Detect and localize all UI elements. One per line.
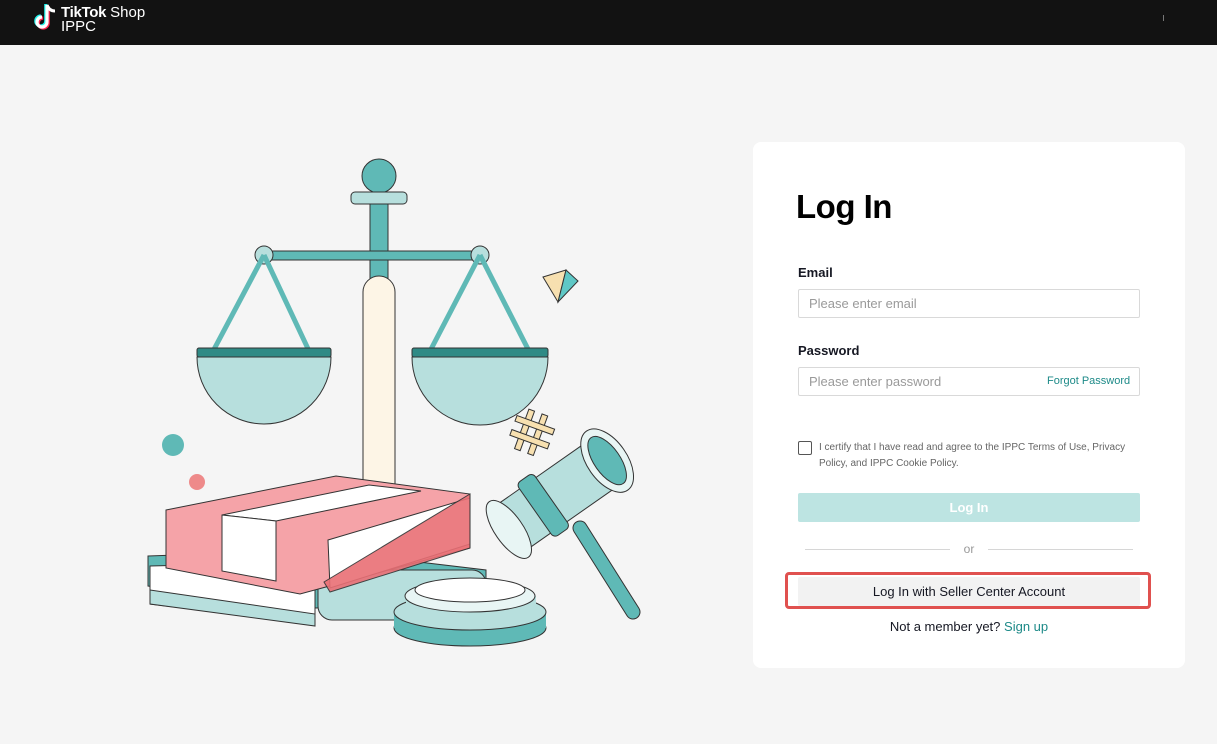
or-text: or (963, 542, 975, 556)
brand-logo[interactable]: TikTok Shop IPPC (33, 2, 145, 36)
password-label: Password (798, 343, 860, 358)
or-line-left (805, 548, 950, 550)
certify-row: I certify that I have read and agree to … (798, 440, 1140, 472)
email-label: Email (798, 265, 833, 280)
signup-row: Not a member yet? Sign up (753, 619, 1185, 634)
email-input[interactable] (798, 289, 1140, 318)
certify-checkbox[interactable] (798, 441, 812, 455)
brand-ippc: IPPC (61, 18, 97, 35)
login-title: Log In (796, 188, 892, 225)
or-line-right (988, 548, 1134, 550)
tiktok-logo-icon (34, 4, 56, 30)
top-bar: TikTok Shop IPPC (0, 0, 1217, 45)
or-divider: or (805, 542, 1134, 556)
forgot-password-link[interactable]: Forgot Password (1047, 375, 1130, 387)
not-member-text: Not a member yet? (889, 619, 1001, 634)
sign-up-link[interactable]: Sign up (1004, 619, 1048, 634)
topbar-divider (1163, 15, 1164, 21)
justice-scale-illustration (147, 158, 641, 647)
login-card: Log In Email Password Forgot Password I … (753, 142, 1185, 668)
seller-center-login-button[interactable]: Log In with Seller Center Account (798, 577, 1140, 606)
brand-shop: Shop (110, 4, 146, 21)
certify-text: I certify that I have read and agree to … (819, 442, 1126, 469)
login-button[interactable]: Log In (798, 493, 1140, 522)
